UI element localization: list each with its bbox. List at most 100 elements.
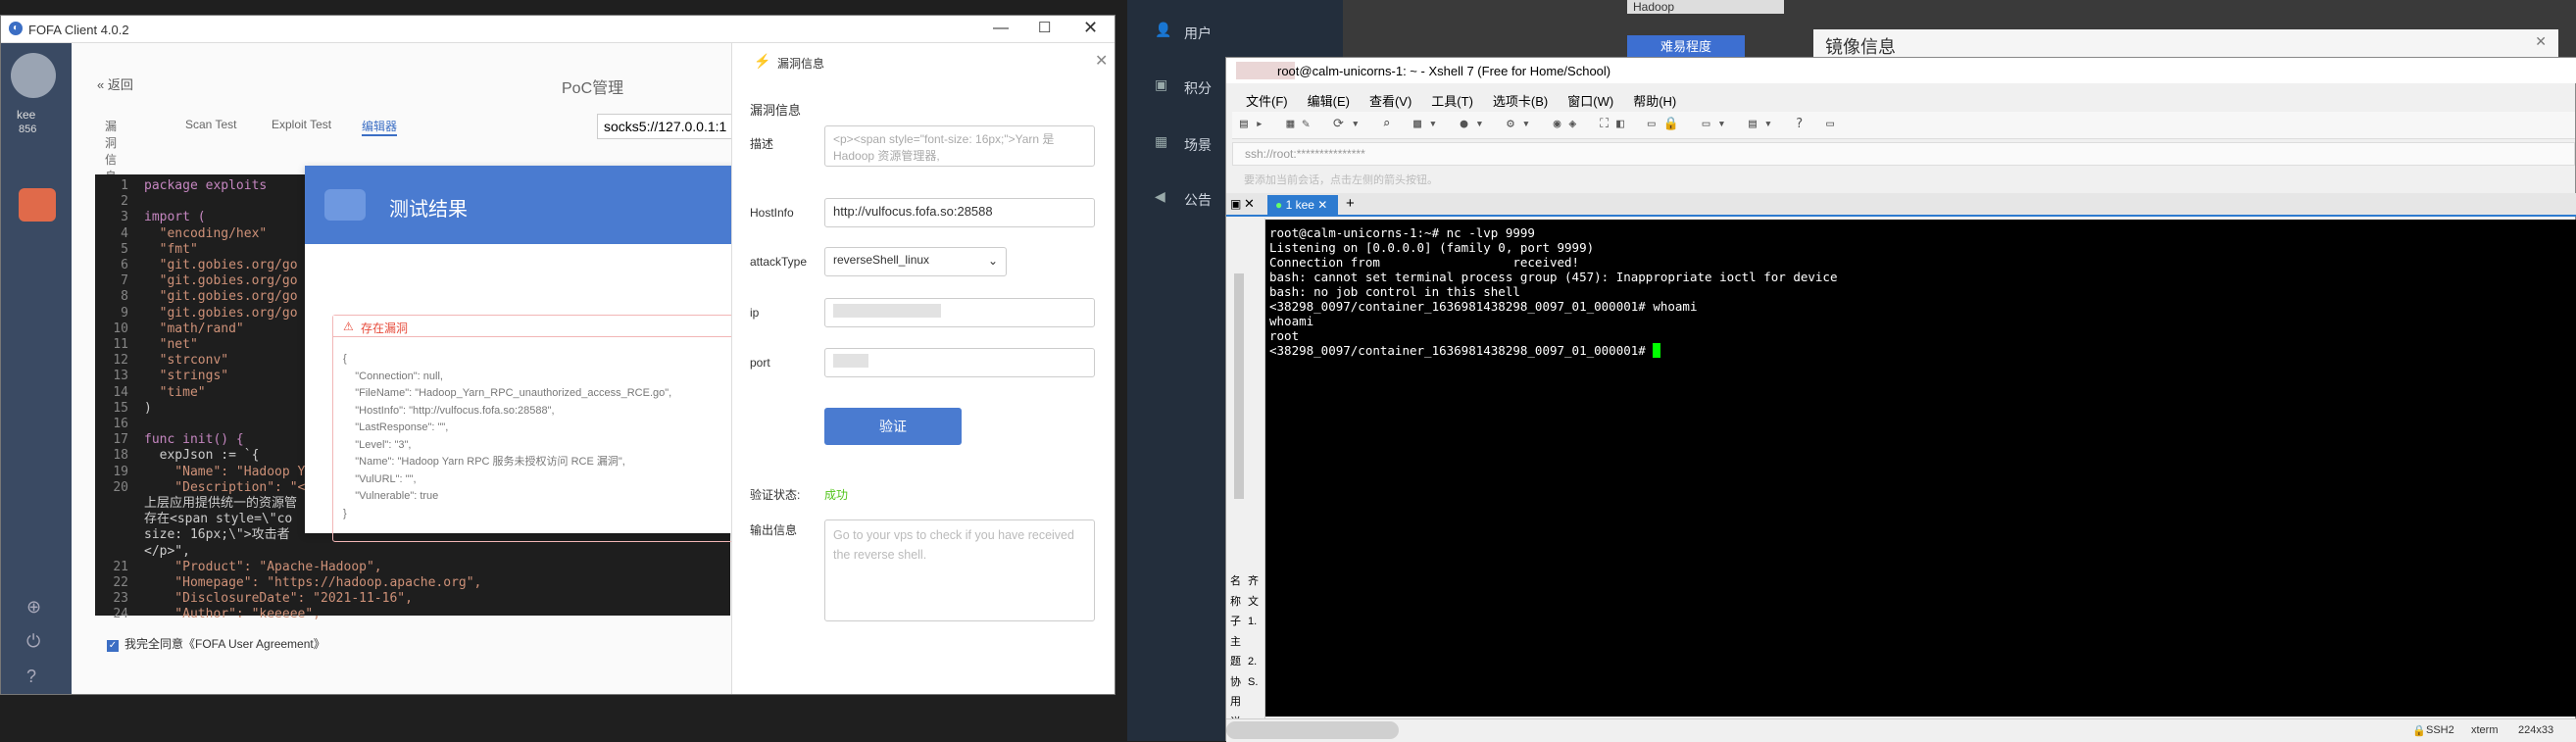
panel-close-icon[interactable]: ✕ [1095, 51, 1108, 71]
menu-user[interactable]: 用户 [1184, 24, 1212, 43]
maximize-icon[interactable]: ☐ [1038, 19, 1051, 36]
menu-item[interactable]: 工具(T) [1431, 91, 1473, 110]
toolbar-icons[interactable]: ▤▸ ▦✎ ⟳▾ ⌕ ▩▾ ●▾ ⚙▾ ◉◈ ⛶◧ ▭🔒 ▭▾ ▤▾ ? ▭ [1240, 117, 1842, 131]
line-number: 22 [113, 575, 128, 590]
scene-icon: ▦ [1155, 133, 1168, 149]
code-line: import ( [144, 210, 206, 225]
line-number: 24 [113, 607, 128, 622]
menu-item[interactable]: 查看(V) [1369, 91, 1412, 110]
result-line: "Vulnerable": true [343, 490, 439, 502]
minimize-icon[interactable]: — [993, 20, 1009, 37]
xshell-menubar: 文件(F) 编辑(E) 查看(V) 工具(T) 选项卡(B) 窗口(W) 帮助(H) [1246, 91, 1696, 111]
lightning-icon: ⚡ [754, 53, 771, 69]
line-number: 4 [121, 225, 128, 241]
result-line: "HostInfo": "http://vulfocus.fofa.so:285… [343, 404, 555, 417]
web-search[interactable]: Hadoop [1627, 0, 1784, 14]
back-link[interactable]: « 返回 [97, 74, 133, 93]
status-protocol: SSH2 [2426, 724, 2454, 736]
result-json: { "Connection": null, "FileName": "Hadoo… [343, 351, 671, 522]
close-icon[interactable]: ✕ [1083, 18, 1098, 38]
code-line: "strings" [144, 369, 229, 384]
zoom-icon[interactable]: ⊕ [26, 597, 41, 618]
result-line: } [343, 507, 347, 519]
connected-icon: ● [1275, 198, 1283, 212]
modal-title: 测试结果 [389, 199, 468, 221]
ip-field[interactable] [824, 298, 1095, 327]
menu-item[interactable]: 选项卡(B) [1493, 91, 1548, 110]
line-number: 20 [113, 479, 128, 495]
side-label-value: S. [1248, 675, 1259, 688]
ssh-lock-icon: 🔒 [2412, 725, 2426, 737]
desc-field[interactable]: <p><span style="font-size: 16px;">Yarn 是… [824, 125, 1095, 167]
verify-button[interactable]: 验证 [824, 408, 962, 445]
vulnerable-tag: 存在漏洞 [361, 322, 409, 335]
horizontal-scrollbar[interactable] [1226, 721, 1399, 739]
menu-scene[interactable]: 场景 [1184, 135, 1212, 155]
power-icon[interactable]: ⏻ [26, 631, 40, 652]
menu-item[interactable]: 编辑(E) [1308, 91, 1350, 110]
terminal[interactable]: root@calm-unicorns-1:~# nc -lvp 9999 Lis… [1265, 220, 2576, 717]
user-icon: 👤 [1155, 22, 1172, 37]
code-line: func init() { [144, 432, 244, 448]
session-tab[interactable]: ● 1 kee ✕ [1267, 195, 1338, 217]
mirror-dialog-title: 镜像信息 ✕ [1813, 29, 2558, 59]
menu-item[interactable]: 文件(F) [1246, 91, 1288, 110]
side-label: 子 [1230, 616, 1241, 627]
line-number: 10 [113, 321, 128, 336]
new-tab-button[interactable]: + [1346, 195, 1355, 212]
code-line: 存在<span style=\"co [144, 512, 293, 527]
chart-icon [324, 189, 366, 221]
output-field[interactable]: Go to your vps to check if you have rece… [824, 519, 1095, 621]
tab-close-all-icon[interactable]: ✕ [1244, 196, 1255, 212]
help-icon[interactable]: ? [26, 667, 36, 687]
tab-exploit-test[interactable]: Exploit Test [272, 118, 331, 131]
line-number: 9 [121, 305, 128, 321]
vuln-info-panel: ⚡ 漏洞信息 ✕ 漏洞信息 描述 <p><span style="font-si… [731, 43, 1115, 694]
result-line: "VulURL": "", [343, 472, 417, 485]
difficulty-button[interactable]: 难易程度 [1627, 35, 1745, 59]
code-line: "time" [144, 384, 206, 400]
tab-close-icon[interactable]: ✕ [1317, 198, 1327, 212]
pin-icon[interactable]: ▣ [1230, 197, 1241, 211]
main-area: « 返回 PoC管理 漏洞信息 Scan Test Exploit Test 编… [72, 43, 805, 694]
username: kee [17, 108, 36, 122]
attacktype-select[interactable]: reverseShell_linux ⌄ [824, 247, 1007, 276]
line-number: 11 [113, 337, 128, 352]
menu-notice[interactable]: 公告 [1184, 190, 1212, 210]
code-line: "git.gobies.org/go [144, 289, 298, 305]
hostinfo-field[interactable]: http://vulfocus.fofa.so:28588 [824, 198, 1095, 227]
session-tab-label: 1 kee [1285, 198, 1314, 212]
hostinfo-label: HostInfo [750, 206, 794, 220]
side-label-value: 文 [1248, 595, 1259, 608]
sidebar: kee 856 ⊕ ⏻ ? [1, 43, 72, 694]
side-label-value: 齐 [1248, 575, 1259, 587]
code-line: package exploits [144, 178, 268, 193]
code-line: "net" [144, 337, 198, 352]
code-line: "Description": "<p [144, 479, 314, 495]
modal-header: 测试结果 [305, 166, 805, 244]
tab-scan-test[interactable]: Scan Test [185, 118, 236, 131]
code-line: "Name": "Hadoop Ya [144, 464, 314, 479]
port-field[interactable] [824, 348, 1095, 377]
status-label: 验证状态: [750, 488, 801, 502]
avatar[interactable] [11, 53, 56, 98]
line-number: 18 [113, 448, 128, 464]
mirror-close-icon[interactable]: ✕ [2535, 33, 2547, 50]
mirror-title: 镜像信息 [1825, 37, 1896, 57]
code-line: ) [144, 400, 152, 416]
status-term: xterm [2471, 724, 2499, 736]
poc-icon[interactable] [19, 188, 56, 222]
proxy-input[interactable]: socks5://127.0.0.1:1 [597, 114, 734, 139]
menu-item[interactable]: 窗口(W) [1567, 91, 1613, 110]
line-number: 15 [113, 400, 128, 416]
menu-item[interactable]: 帮助(H) [1633, 91, 1676, 110]
agree-checkbox[interactable]: ✓ [107, 640, 119, 652]
test-result-modal: 测试结果 ⚠ 存在漏洞 { "Connection": null, "FileN… [305, 166, 805, 542]
line-number: 2 [121, 194, 128, 210]
redacted-ip [833, 304, 941, 318]
menu-points[interactable]: 积分 [1184, 78, 1212, 98]
side-scrollbar[interactable] [1234, 273, 1244, 499]
tab-editor[interactable]: 编辑器 [362, 118, 398, 136]
address-bar[interactable]: ssh://root:*************** [1232, 142, 2575, 166]
side-label-value: 1. [1248, 616, 1258, 627]
